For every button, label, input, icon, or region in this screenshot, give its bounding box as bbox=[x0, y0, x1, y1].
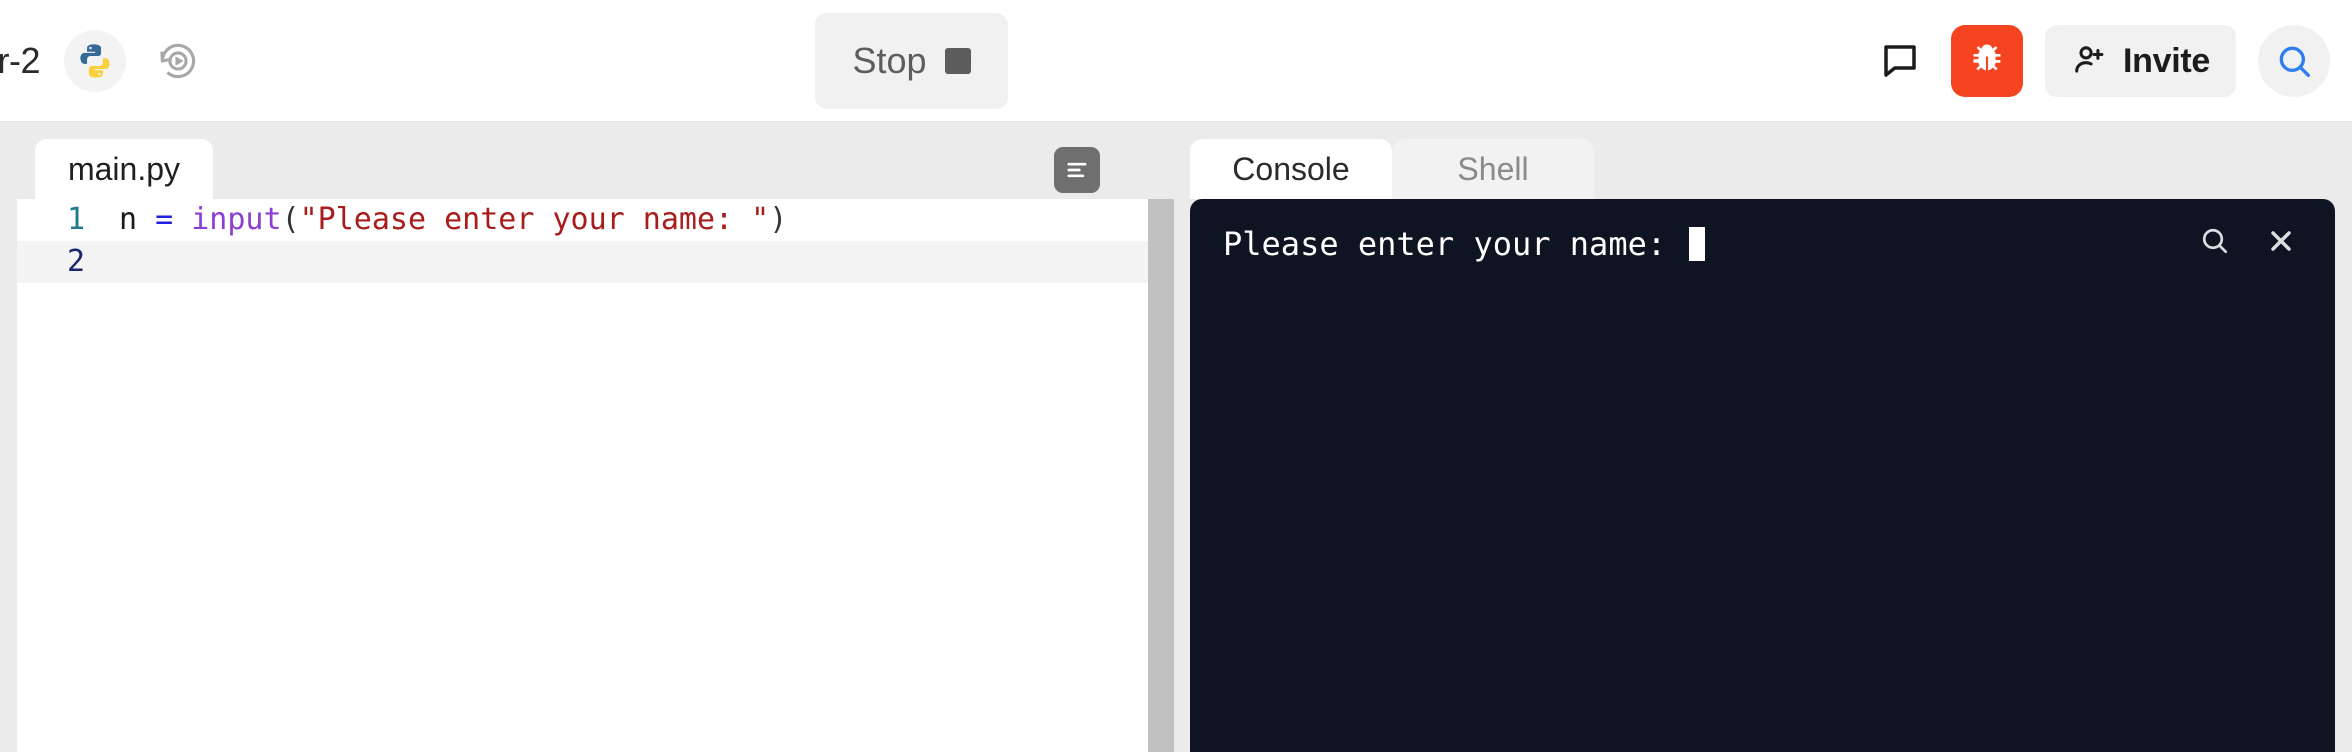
python-logo-icon bbox=[64, 30, 127, 92]
line-number: 1 bbox=[66, 202, 85, 237]
code-line-text: n = input("Please enter your name: ") bbox=[97, 199, 787, 241]
stop-button[interactable]: Stop bbox=[815, 13, 1008, 109]
console-output-area[interactable]: Please enter your name: bbox=[1190, 199, 2335, 752]
code-token: = bbox=[155, 202, 192, 237]
console-pane: Console Shell Please enter your name: bbox=[1190, 139, 2335, 752]
close-icon[interactable] bbox=[2261, 221, 2301, 261]
console-output-text: Please enter your name: bbox=[1223, 225, 1686, 263]
history-replay-icon[interactable] bbox=[150, 33, 206, 89]
editor-pane: main.py 1 n = input("Please enter your n… bbox=[17, 139, 1174, 752]
tab-main-py[interactable]: main.py bbox=[35, 139, 213, 199]
text-cursor bbox=[1689, 227, 1706, 261]
console-tab-label: Console bbox=[1232, 150, 1350, 187]
search-icon[interactable] bbox=[2258, 25, 2330, 97]
tab-shell[interactable]: Shell bbox=[1392, 139, 1594, 199]
code-token: "Please enter your name: " bbox=[299, 202, 770, 237]
console-tabbar: Console Shell bbox=[1190, 139, 2335, 199]
header-right-group: Invite bbox=[1871, 0, 2330, 122]
code-token: ) bbox=[769, 202, 788, 237]
stop-button-label: Stop bbox=[852, 40, 927, 81]
shell-tab-label: Shell bbox=[1457, 150, 1529, 187]
invite-button-label: Invite bbox=[2122, 41, 2210, 80]
bug-icon[interactable] bbox=[1950, 25, 2023, 97]
search-icon[interactable] bbox=[2195, 221, 2235, 261]
tab-console[interactable]: Console bbox=[1190, 139, 1392, 199]
chat-bubble-icon[interactable] bbox=[1871, 32, 1929, 90]
editor-scrollbar-thumb[interactable] bbox=[1148, 199, 1174, 752]
console-actions bbox=[2195, 221, 2301, 261]
code-token: n bbox=[119, 202, 156, 237]
stop-square-icon bbox=[944, 48, 971, 74]
console-prompt-line: Please enter your name: bbox=[1223, 225, 1706, 263]
editor-tab-label: main.py bbox=[67, 150, 181, 187]
invite-button[interactable]: Invite bbox=[2044, 25, 2236, 97]
workspace-body: main.py 1 n = input("Please enter your n… bbox=[0, 122, 2352, 752]
person-add-icon bbox=[2071, 41, 2109, 82]
editor-body[interactable]: 1 n = input("Please enter your name: ") … bbox=[17, 199, 1174, 752]
app-header: er-2 Stop bbox=[0, 0, 2352, 122]
page-title: er-2 bbox=[0, 40, 41, 81]
header-left-group: er-2 bbox=[0, 0, 206, 122]
code-line[interactable]: 1 n = input("Please enter your name: ") bbox=[17, 199, 1148, 241]
code-token: input bbox=[191, 202, 282, 237]
code-area[interactable]: 1 n = input("Please enter your name: ") … bbox=[17, 199, 1148, 752]
editor-scrollbar[interactable] bbox=[1148, 199, 1174, 752]
code-token: ( bbox=[281, 202, 300, 237]
code-line[interactable]: 2 bbox=[17, 241, 1148, 283]
editor-tabbar: main.py bbox=[17, 139, 1174, 199]
line-number: 2 bbox=[66, 244, 85, 279]
format-lines-icon[interactable] bbox=[1054, 147, 1100, 193]
